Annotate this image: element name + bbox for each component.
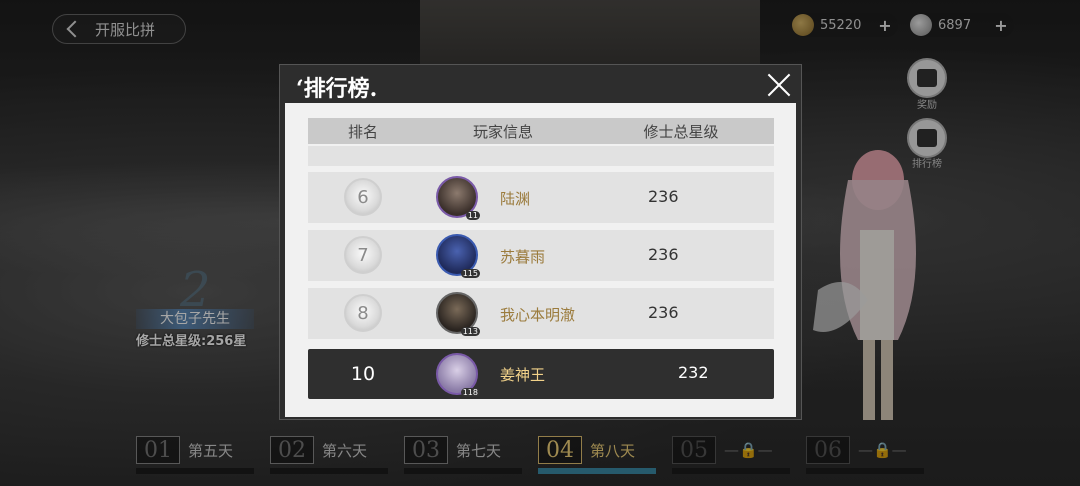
player-stars: 236 — [648, 245, 679, 264]
avatar: 113 — [436, 292, 480, 336]
table-row: 6 11 陆渊 236 — [308, 172, 774, 223]
rank-medal: 6 — [344, 178, 382, 216]
avatar-level: 11 — [465, 211, 480, 220]
player-stars: 236 — [648, 187, 679, 206]
column-rank: 排名 — [347, 122, 378, 141]
close-icon[interactable] — [765, 71, 793, 99]
leaderboard-modal: ‘排行榜. 排名 玩家信息 修士总星级 6 11 陆渊 236 7 115 苏暮… — [279, 64, 802, 420]
avatar: 118 — [436, 353, 480, 397]
self-name: 姜神王 — [500, 366, 546, 384]
avatar-level: 115 — [460, 269, 480, 278]
column-star-total: 修士总星级 — [643, 122, 719, 141]
avatar: 11 — [436, 176, 480, 220]
rank-medal: 7 — [344, 236, 382, 274]
column-player-info: 玩家信息 — [472, 122, 533, 141]
avatar: 115 — [436, 234, 480, 278]
rank-medal: 8 — [344, 294, 382, 332]
player-name: 我心本明澈 — [500, 306, 576, 324]
self-stars: 232 — [678, 363, 709, 382]
avatar-level: 113 — [460, 327, 480, 336]
table-row: 8 113 我心本明澈 236 — [308, 288, 774, 339]
leaderboard-panel: 排名 玩家信息 修士总星级 6 11 陆渊 236 7 115 苏暮雨 236 … — [285, 103, 796, 417]
avatar-level: 118 — [460, 388, 480, 397]
table-header: 排名 玩家信息 修士总星级 — [308, 118, 774, 144]
player-name: 苏暮雨 — [500, 248, 546, 266]
self-rank: 10 — [350, 363, 376, 385]
player-stars: 236 — [648, 303, 679, 322]
self-rank-row: 10 118 姜神王 232 — [308, 349, 774, 399]
modal-title: ‘排行榜. — [296, 76, 378, 102]
table-row: 7 115 苏暮雨 236 — [308, 230, 774, 281]
player-name: 陆渊 — [500, 190, 531, 208]
table-row-partial — [308, 146, 774, 166]
